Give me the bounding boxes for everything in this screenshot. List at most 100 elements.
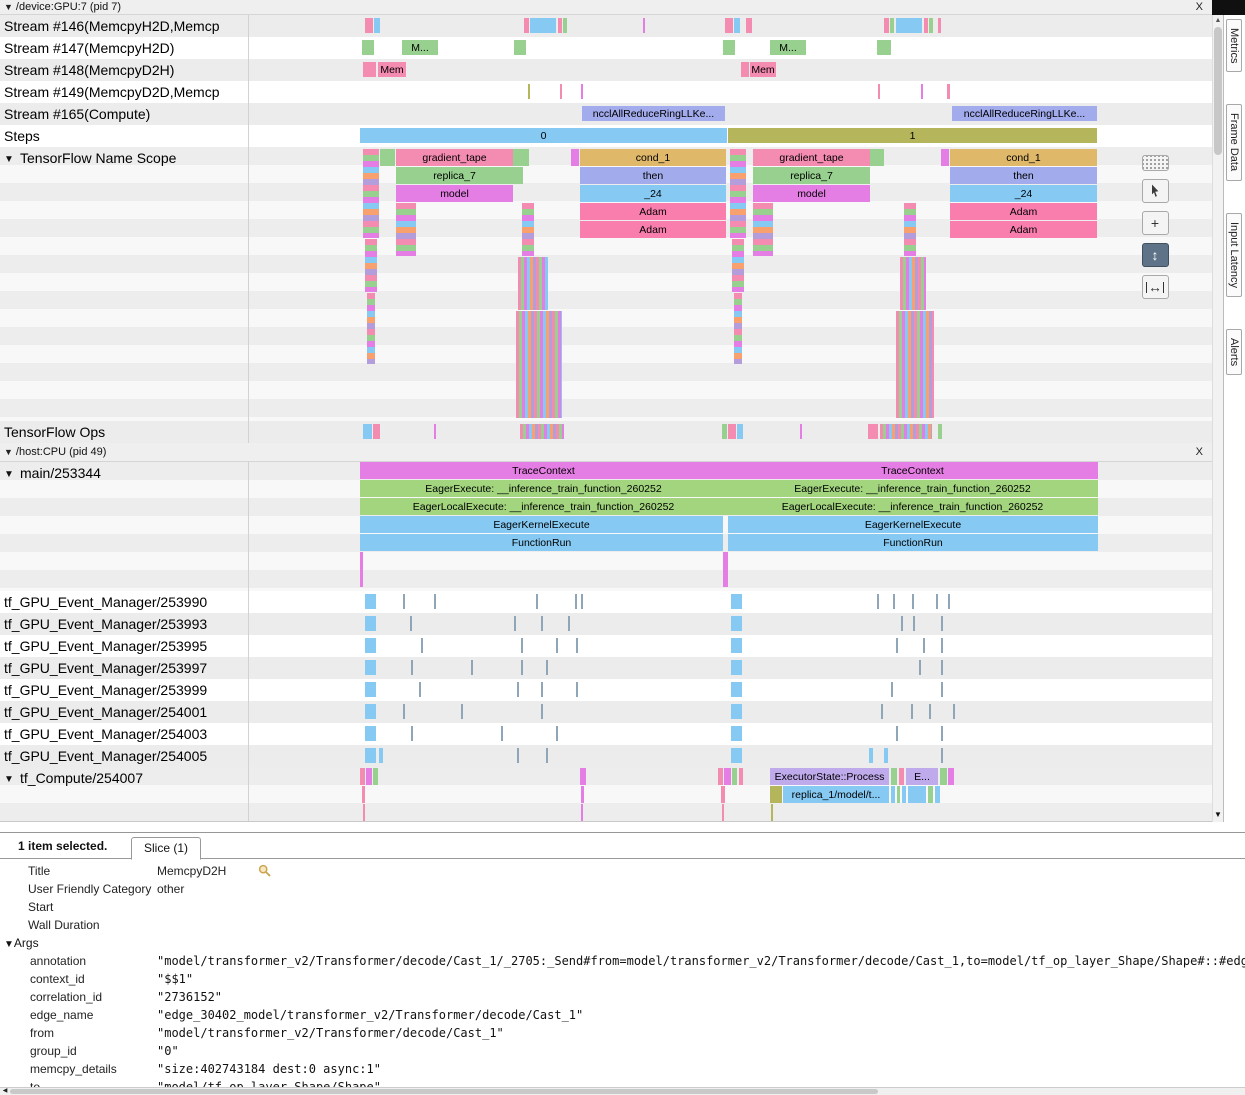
slice-unlabeled[interactable] bbox=[365, 704, 376, 719]
slice-unlabeled[interactable] bbox=[513, 167, 523, 184]
slice-unlabeled[interactable] bbox=[929, 704, 931, 719]
slice-unlabeled[interactable] bbox=[900, 257, 926, 310]
slice-unlabeled[interactable] bbox=[739, 768, 743, 785]
slice-unlabeled[interactable] bbox=[541, 682, 543, 697]
slice-unlabeled[interactable] bbox=[953, 704, 955, 719]
slice-unlabeled[interactable] bbox=[891, 768, 897, 785]
slice-unlabeled[interactable] bbox=[929, 18, 933, 33]
slice-unlabeled[interactable] bbox=[877, 40, 891, 55]
slice-unlabeled[interactable] bbox=[514, 40, 526, 55]
slice-unlabeled[interactable] bbox=[902, 786, 906, 803]
slice-unlabeled[interactable] bbox=[396, 203, 416, 256]
slice-unlabeled[interactable] bbox=[913, 616, 915, 631]
track-area-tf-compute-254007[interactable]: ExecutorState::ProcessE...replica_1/mode… bbox=[248, 767, 1212, 822]
slice-unlabeled[interactable] bbox=[461, 704, 463, 719]
slice-unlabeled[interactable] bbox=[721, 786, 725, 803]
slice-unlabeled[interactable] bbox=[524, 18, 529, 33]
track-area-em-254003[interactable] bbox=[248, 723, 1212, 745]
track-area-stream-148[interactable]: MemMem bbox=[248, 59, 1212, 81]
slice-eagerexecute-inference-train-function-260252[interactable]: EagerExecute: __inference_train_function… bbox=[727, 480, 1098, 497]
track-area-stream-149[interactable] bbox=[248, 81, 1212, 103]
slice-unlabeled[interactable] bbox=[869, 748, 873, 763]
slice-unlabeled[interactable] bbox=[731, 594, 742, 609]
side-tab-alerts[interactable]: Alerts bbox=[1226, 329, 1242, 375]
track-label-name-scope[interactable]: ▼TensorFlow Name Scope bbox=[0, 147, 246, 171]
track-label-tf-compute-254007[interactable]: ▼tf_Compute/254007 bbox=[0, 767, 246, 791]
slice-unlabeled[interactable] bbox=[366, 768, 372, 785]
slice-unlabeled[interactable] bbox=[363, 149, 379, 238]
slice-unlabeled[interactable] bbox=[771, 804, 773, 821]
slice-unlabeled[interactable] bbox=[731, 726, 742, 741]
slice-unlabeled[interactable] bbox=[365, 239, 377, 292]
timing-tool-button[interactable]: ↔ bbox=[1142, 275, 1169, 299]
slice-replica-1-model-t[interactable]: replica_1/model/t... bbox=[783, 786, 889, 803]
slice-unlabeled[interactable] bbox=[732, 239, 744, 292]
slice-unlabeled[interactable] bbox=[941, 149, 949, 166]
slice-unlabeled[interactable] bbox=[723, 552, 728, 587]
slice-unlabeled[interactable] bbox=[581, 786, 584, 803]
gpu-panel-close-button[interactable]: X bbox=[1196, 0, 1203, 14]
gpu-panel-header[interactable]: ▼/device:GPU:7 (pid 7) X bbox=[0, 0, 1212, 15]
slice-unlabeled[interactable] bbox=[365, 748, 376, 763]
slice-unlabeled[interactable] bbox=[881, 704, 883, 719]
slice-ncclallreduceringllke[interactable]: ncclAllReduceRingLLKe... bbox=[582, 106, 725, 121]
track-area-em-254001[interactable] bbox=[248, 701, 1212, 723]
slice-then[interactable]: then bbox=[580, 167, 726, 184]
cpu-panel-close-button[interactable]: X bbox=[1196, 443, 1203, 461]
slice-unlabeled[interactable] bbox=[560, 84, 562, 99]
slice-unlabeled[interactable] bbox=[896, 311, 934, 418]
slice-unlabeled[interactable] bbox=[921, 84, 923, 99]
slice-unlabeled[interactable] bbox=[403, 704, 405, 719]
slice-unlabeled[interactable] bbox=[731, 682, 742, 697]
slice-unlabeled[interactable] bbox=[517, 748, 519, 763]
slice-unlabeled[interactable] bbox=[575, 594, 577, 609]
slice-unlabeled[interactable] bbox=[365, 594, 376, 609]
slice-unlabeled[interactable] bbox=[528, 84, 530, 99]
tab-slice[interactable]: Slice (1) bbox=[131, 837, 201, 860]
slice-unlabeled[interactable] bbox=[880, 424, 932, 439]
slice-eagerexecute-inference-train-function-260252[interactable]: EagerExecute: __inference_train_function… bbox=[360, 480, 727, 497]
slice-unlabeled[interactable] bbox=[896, 18, 922, 33]
expander-icon[interactable]: ▼ bbox=[4, 769, 20, 791]
magnifier-icon[interactable] bbox=[258, 864, 271, 880]
slice-replica-7[interactable]: replica_7 bbox=[753, 167, 870, 184]
slice-mem[interactable]: Mem bbox=[378, 62, 406, 77]
slice-eagerlocalexecute-inference-train-function-260252[interactable]: EagerLocalExecute: __inference_train_fun… bbox=[360, 498, 727, 515]
slice-eagerkernelexecute[interactable]: EagerKernelExecute bbox=[360, 516, 723, 533]
slice-eagerlocalexecute-inference-train-function-260252[interactable]: EagerLocalExecute: __inference_train_fun… bbox=[727, 498, 1098, 515]
slice-unlabeled[interactable] bbox=[360, 768, 365, 785]
slice-unlabeled[interactable] bbox=[434, 424, 436, 439]
slice-unlabeled[interactable] bbox=[421, 638, 423, 653]
horizontal-scroll-thumb[interactable] bbox=[10, 1089, 878, 1094]
slice-unlabeled[interactable] bbox=[919, 660, 921, 675]
args-section-header[interactable]: ▼Args bbox=[0, 934, 1245, 952]
expander-icon[interactable]: ▼ bbox=[4, 464, 20, 486]
slice-unlabeled[interactable] bbox=[365, 18, 373, 33]
slice-unlabeled[interactable] bbox=[941, 726, 943, 741]
slice-unlabeled[interactable] bbox=[884, 18, 889, 33]
slice-unlabeled[interactable] bbox=[365, 638, 376, 653]
slice-adam[interactable]: Adam bbox=[580, 221, 726, 238]
slice-unlabeled[interactable] bbox=[938, 424, 942, 439]
slice-m[interactable]: M... bbox=[402, 40, 438, 55]
slice-unlabeled[interactable] bbox=[924, 18, 928, 33]
slice-unlabeled[interactable] bbox=[899, 768, 904, 785]
slice-24[interactable]: _24 bbox=[950, 185, 1097, 202]
slice-unlabeled[interactable] bbox=[520, 424, 564, 439]
slice-unlabeled[interactable] bbox=[877, 594, 879, 609]
track-area-name-scope[interactable]: gradient_tapereplica_7modelcond_1then_24… bbox=[248, 147, 1212, 421]
slice-unlabeled[interactable] bbox=[522, 203, 534, 256]
side-tab-frame-data[interactable]: Frame Data bbox=[1226, 104, 1242, 180]
slice-unlabeled[interactable] bbox=[941, 682, 943, 697]
slice-unlabeled[interactable] bbox=[556, 638, 558, 653]
toolbar-grip-handle[interactable] bbox=[1142, 155, 1169, 171]
slice-unlabeled[interactable] bbox=[576, 682, 578, 697]
slice-adam[interactable]: Adam bbox=[950, 203, 1097, 220]
slice-unlabeled[interactable] bbox=[893, 594, 895, 609]
slice-1[interactable]: 1 bbox=[728, 128, 1097, 143]
track-area-em-253997[interactable] bbox=[248, 657, 1212, 679]
slice-unlabeled[interactable] bbox=[737, 424, 743, 439]
slice-unlabeled[interactable] bbox=[868, 424, 878, 439]
slice-unlabeled[interactable] bbox=[530, 18, 556, 33]
slice-unlabeled[interactable] bbox=[891, 786, 895, 803]
